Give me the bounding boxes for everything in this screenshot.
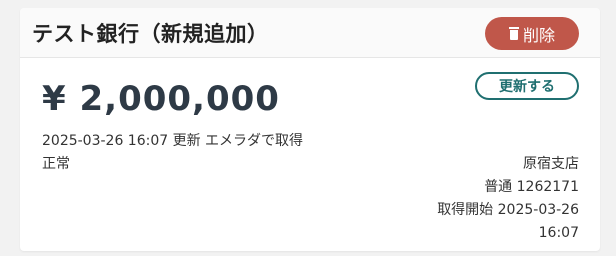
account-card: テスト銀行（新規追加） 削除 ¥ 2,000,000 更新する 2025-03-… <box>20 8 600 251</box>
update-button[interactable]: 更新する <box>475 72 579 100</box>
balance-amount: ¥ 2,000,000 <box>42 79 280 119</box>
acquisition-start: 取得開始 2025-03-26 <box>437 202 579 218</box>
account-number: 普通 1262171 <box>484 179 579 195</box>
trash-icon <box>508 27 519 40</box>
delete-label: 削除 <box>522 25 555 45</box>
branch-name: 原宿支店 <box>523 156 579 172</box>
card-header: テスト銀行（新規追加） 削除 <box>20 8 600 58</box>
account-title: テスト銀行（新規追加） <box>32 22 269 46</box>
acquisition-time: 16:07 <box>538 225 579 241</box>
status-text: 正常 <box>42 156 70 172</box>
updated-timestamp: 2025-03-26 16:07 更新 エメラダで取得 <box>42 133 304 149</box>
delete-button[interactable]: 削除 <box>485 17 579 50</box>
account-details: 原宿支店 普通 1262171 取得開始 2025-03-26 16:07 <box>437 153 579 245</box>
